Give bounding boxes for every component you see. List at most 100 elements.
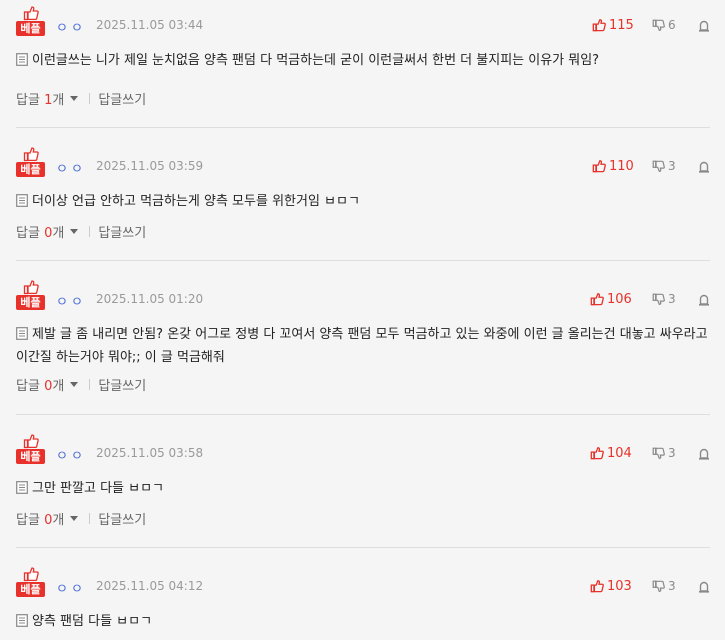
downvote-count: 3 [668,292,676,306]
best-badge: 베플 [16,433,46,467]
downvote-count: 3 [668,446,676,460]
thumbs-up-icon [23,434,39,449]
reply-label: 답글 [16,225,45,241]
comment-text: 이런글쓰는 니가 제일 눈치없음 양측 팬덤 다 먹금하는데 굳이 이런글써서 … [32,53,600,68]
thumbs-up-icon [590,447,604,460]
comment-actions: 답글 0개 답글쓰기 [16,509,146,528]
document-icon [16,481,28,494]
divider [16,260,710,261]
caret-down-icon[interactable] [69,380,79,388]
reply-unit: 개 [52,92,65,108]
write-reply-button[interactable]: 답글쓰기 [98,375,146,394]
author-nickname[interactable]: ㅇㅇ [56,158,86,177]
comment-body: 양측 팬덤 다들 ㅂㅁㄱ [16,610,716,633]
separator [89,225,91,237]
upvote-button[interactable]: 110 [592,157,634,175]
thumbs-up-icon [23,147,39,162]
comment-text: 양측 팬덤 다들 ㅂㅁㄱ [32,614,153,629]
upvote-count: 106 [607,291,632,307]
reply-toggle[interactable]: 답글 0개 [16,509,64,528]
document-icon [16,614,28,627]
comment-text: 그만 판깔고 다들 ㅂㅁㄱ [32,481,164,496]
comment-meta: 베플 ㅇㅇ 2025.11.05 04:12 103 3 [16,558,716,600]
thumbs-up-icon [590,293,604,306]
author-nickname[interactable]: ㅇㅇ [56,17,86,36]
caret-down-icon[interactable] [69,514,79,522]
write-reply-button[interactable]: 답글쓰기 [98,509,146,528]
reply-unit: 개 [52,225,65,241]
upvote-button[interactable]: 106 [590,290,632,308]
comment-actions: 답글 0개 답글쓰기 [16,375,146,394]
reply-label: 답글 [16,378,45,394]
reply-unit: 개 [52,378,65,394]
reply-label: 답글 [16,512,45,528]
upvote-button[interactable]: 103 [590,577,632,595]
upvote-button[interactable]: 104 [590,444,632,462]
best-label: 베플 [16,582,45,597]
document-icon [16,53,28,66]
comment-meta: 베플 ㅇㅇ 2025.11.05 03:44 115 6 [16,0,716,39]
upvote-count: 104 [607,445,632,461]
comment-timestamp: 2025.11.05 04:12 [96,579,204,593]
reply-unit: 개 [52,512,65,528]
author-nickname[interactable]: ㅇㅇ [56,291,86,310]
document-icon [16,194,28,207]
write-reply-button[interactable]: 답글쓰기 [98,222,146,241]
comment-actions: 답글 1개 답글쓰기 [16,89,146,108]
siren-icon[interactable] [698,160,710,173]
divider [16,414,710,415]
best-badge: 베플 [16,146,46,180]
author-nickname[interactable]: ㅇㅇ [56,578,86,597]
upvote-count: 103 [607,578,632,594]
comment-actions: 답글 0개 답글쓰기 [16,222,146,241]
downvote-button[interactable]: 6 [652,16,676,34]
divider [16,547,710,548]
reply-toggle[interactable]: 답글 0개 [16,222,64,241]
siren-icon[interactable] [698,447,710,460]
thumbs-down-icon [652,160,665,172]
downvote-button[interactable]: 3 [652,157,676,175]
separator [89,92,91,104]
comment-body: 이런글쓰는 니가 제일 눈치없음 양측 팬덤 다 먹금하는데 굳이 이런글써서 … [16,49,716,72]
upvote-button[interactable]: 115 [592,16,634,34]
best-label: 베플 [16,295,45,310]
comment-body: 그만 판깔고 다들 ㅂㅁㄱ [16,477,716,500]
comment-text: 더이상 언급 안하고 먹금하는게 양측 모두를 위한거임 ㅂㅁㄱ [32,194,360,209]
comment-meta: 베플 ㅇㅇ 2025.11.05 03:59 110 3 [16,138,716,180]
author-nickname[interactable]: ㅇㅇ [56,445,86,464]
downvote-button[interactable]: 3 [652,577,676,595]
downvote-count: 6 [668,18,676,32]
separator [89,512,91,524]
reply-toggle[interactable]: 답글 0개 [16,375,64,394]
divider [16,127,710,128]
comment-text: 제발 글 좀 내리면 안됨? 온갖 어그로 정병 다 꼬여서 양측 팬덤 모두 … [16,327,708,365]
comment-timestamp: 2025.11.05 03:59 [96,159,204,173]
upvote-count: 115 [609,17,634,33]
caret-down-icon[interactable] [69,94,79,102]
thumbs-down-icon [652,19,665,31]
write-reply-button[interactable]: 답글쓰기 [98,89,146,108]
thumbs-up-icon [592,160,606,173]
thumbs-up-icon [592,19,606,32]
caret-down-icon[interactable] [69,227,79,235]
thumbs-down-icon [652,447,665,459]
thumbs-up-icon [590,580,604,593]
downvote-count: 3 [668,579,676,593]
comment-body: 제발 글 좀 내리면 안됨? 온갖 어그로 정병 다 꼬여서 양측 팬덤 모두 … [16,323,716,369]
comment-timestamp: 2025.11.05 03:44 [96,18,204,32]
downvote-button[interactable]: 3 [652,290,676,308]
best-badge: 베플 [16,5,46,39]
comment-meta: 베플 ㅇㅇ 2025.11.05 03:58 104 3 [16,425,716,467]
best-label: 베플 [16,449,45,464]
best-label: 베플 [16,21,45,36]
reply-label: 답글 [16,92,45,108]
thumbs-down-icon [652,580,665,592]
siren-icon[interactable] [698,19,710,32]
thumbs-up-icon [23,280,39,295]
reply-toggle[interactable]: 답글 1개 [16,89,64,108]
document-icon [16,327,28,340]
comment-timestamp: 2025.11.05 01:20 [96,292,204,306]
downvote-button[interactable]: 3 [652,444,676,462]
siren-icon[interactable] [698,580,710,593]
siren-icon[interactable] [698,293,710,306]
